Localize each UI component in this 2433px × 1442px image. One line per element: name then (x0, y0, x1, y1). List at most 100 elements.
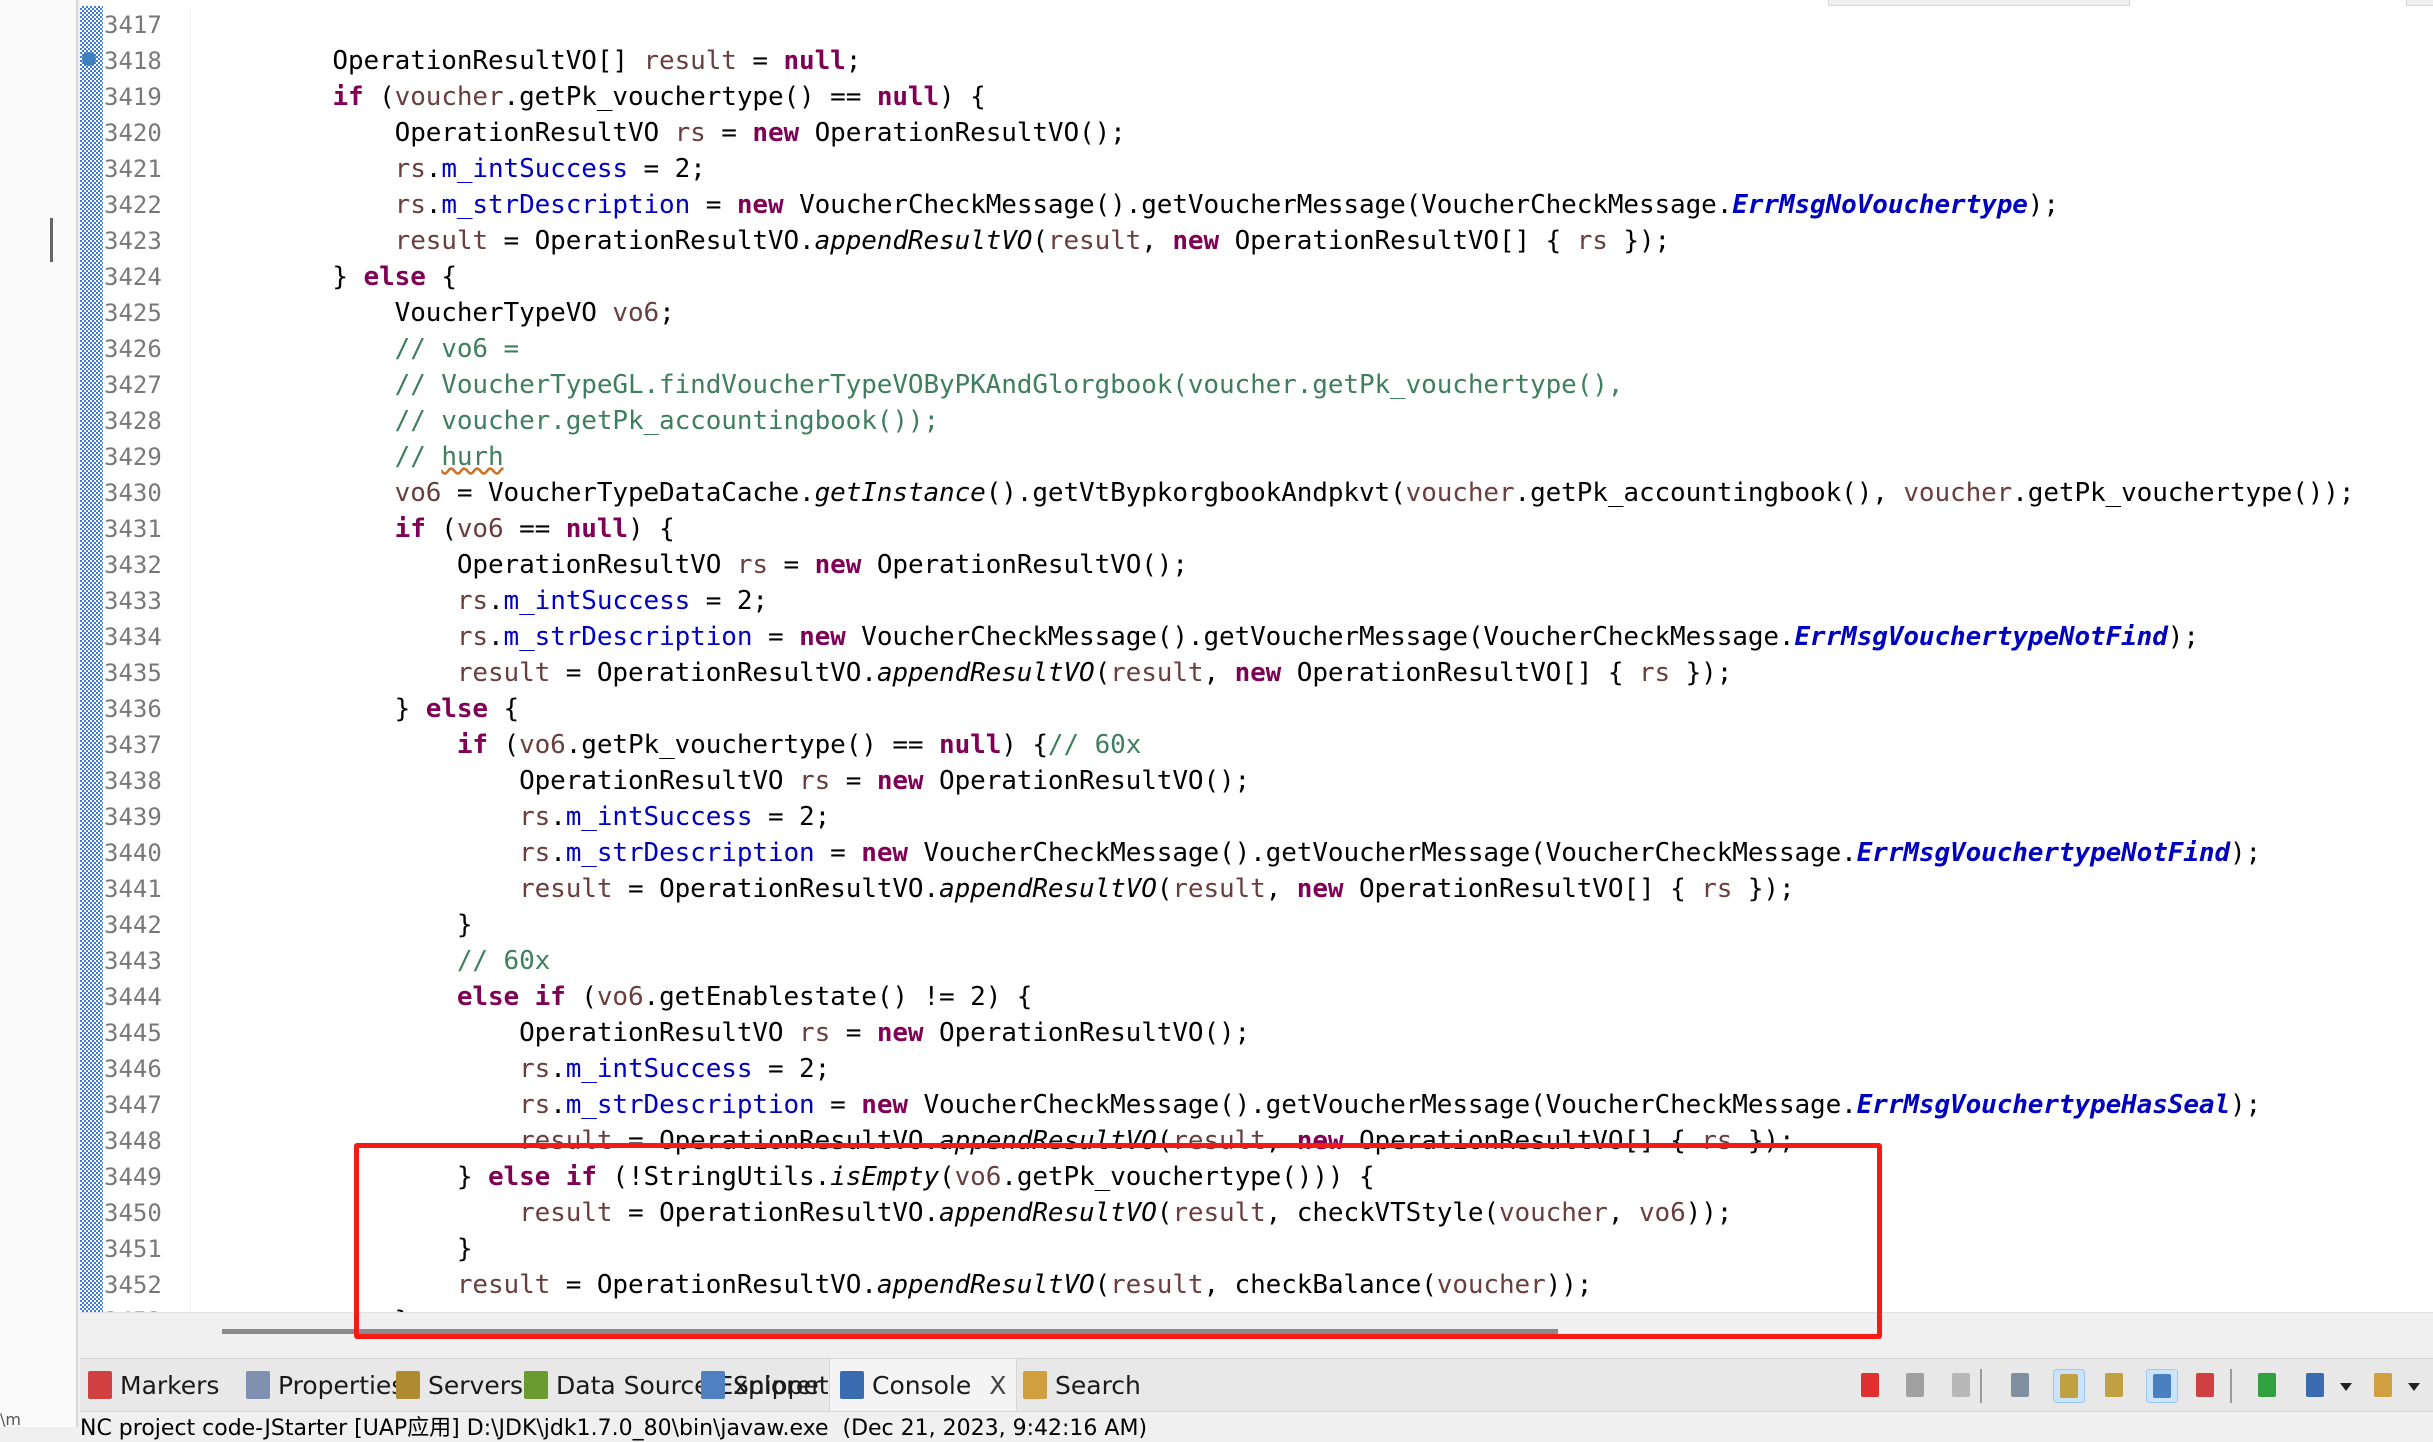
code-text: VoucherTypeVO vo6; (208, 295, 675, 331)
show-on-stdout-button[interactable] (2146, 1369, 2178, 1403)
code-token: }); (1607, 226, 1671, 256)
code-token: OperationResultVO(); (923, 766, 1251, 796)
code-token: = OperationResultVO. (487, 226, 815, 256)
line-number: 3446 (104, 1055, 162, 1083)
line-number: 3450 (104, 1199, 162, 1227)
code-token: rs (1701, 874, 1733, 904)
code-token: ; (659, 298, 675, 328)
code-token: null (876, 82, 940, 112)
change-ruler (80, 6, 103, 1312)
line-number: 3428 (104, 407, 162, 435)
code-token: else (363, 262, 426, 292)
code-token: ( (565, 982, 597, 1012)
code-token: rs (799, 1018, 831, 1048)
breakpoint-icon[interactable] (82, 52, 96, 66)
code-token: ErrMsgNoVouchertype (1732, 190, 2028, 220)
code-token: rs (736, 550, 768, 580)
code-token: = OperationResultVO. (612, 874, 940, 904)
code-token: new (1172, 226, 1220, 256)
code-token: // VoucherTypeGL.findVoucherTypeVOByPKAn… (394, 370, 1624, 400)
line-number: 3448 (104, 1127, 162, 1155)
servers-icon (396, 1371, 420, 1399)
remove-all-terminated-button[interactable] (1946, 1369, 1976, 1401)
show-on-stderr-button[interactable] (2190, 1369, 2220, 1401)
code-token: if (332, 82, 364, 112)
code-token: appendResultVO (814, 226, 1033, 256)
open-console-button[interactable] (2368, 1369, 2398, 1401)
code-token: }); (1732, 874, 1795, 904)
code-token: m_strDescription (565, 1090, 815, 1120)
line-number: 3426 (104, 335, 162, 363)
pin-console-button[interactable] (2252, 1369, 2282, 1401)
code-token: vo6 (519, 730, 566, 760)
tab-search[interactable]: Search (1023, 1359, 1141, 1411)
line-number: 3453 (104, 1303, 164, 1312)
code-token: new (861, 1090, 908, 1120)
code-token: // voucher.getPk_accountingbook()); (394, 406, 940, 436)
code-token: null (783, 46, 846, 76)
code-token: appendResultVO (876, 658, 1095, 688)
code-token: ( (363, 82, 395, 112)
code-token: = 2; (627, 154, 706, 184)
toolbar-separator (2230, 1369, 2232, 1403)
close-icon[interactable]: X (989, 1371, 1006, 1400)
code-token: . (425, 154, 442, 184)
line-number: 3444 (104, 983, 162, 1011)
console-icon (840, 1371, 864, 1399)
code-token: new (876, 766, 924, 796)
code-token: ; (845, 46, 862, 76)
tab-console[interactable]: Console X (829, 1359, 1018, 1411)
code-editor[interactable]: 3417 3418 OperationResultVO[] result = nu… (80, 6, 2433, 1312)
display-selected-console-button[interactable] (2300, 1369, 2330, 1401)
line-number: 3435 (104, 659, 162, 687)
code-token: OperationResultVO (208, 766, 800, 796)
code-text: // voucher.getPk_accountingbook()); (208, 403, 939, 439)
code-token: .getPk_vouchertype()); (2012, 478, 2355, 508)
tab-markers[interactable]: Markers (88, 1359, 219, 1411)
console-launch-description: NC project code-JStarter [UAP应用] D:\JDK\… (80, 1416, 1148, 1441)
code-text: rs.m_intSuccess = 2; (208, 151, 706, 187)
code-token: = (767, 550, 815, 580)
word-wrap-button[interactable] (2099, 1369, 2129, 1401)
line-number: 3422 (104, 191, 162, 219)
code-token: ( (1094, 658, 1111, 688)
line-number: 3427 (104, 371, 162, 399)
code-text: OperationResultVO rs = new OperationResu… (208, 763, 1250, 799)
code-token: result (643, 46, 737, 76)
terminate-button[interactable] (1855, 1369, 1885, 1401)
code-token: m_intSuccess (565, 802, 753, 832)
tab-properties[interactable]: Properties (246, 1359, 404, 1411)
code-token: OperationResultVO[] (208, 46, 644, 76)
chevron-down-icon[interactable] (2408, 1383, 2420, 1391)
clear-console-button[interactable] (2005, 1369, 2035, 1401)
code-token: rs (519, 802, 551, 832)
left-panel-sash[interactable] (50, 218, 53, 262)
tab-label: Servers (428, 1370, 524, 1400)
tab-servers[interactable]: Servers (396, 1359, 523, 1411)
line-number: 3436 (104, 695, 162, 723)
code-token: vo6 (612, 298, 660, 328)
code-token: , (1141, 226, 1173, 256)
line-number: 3431 (104, 515, 162, 543)
scroll-lock-button[interactable] (2053, 1369, 2085, 1403)
tab-snippets[interactable]: Snippets (701, 1359, 842, 1411)
code-text: rs.m_strDescription = new VoucherCheckMe… (208, 187, 2059, 223)
line-number: 3449 (104, 1163, 162, 1191)
code-token: .getPk_vouchertype() == (565, 730, 940, 760)
code-token: ( (1032, 226, 1048, 256)
remove-all-terminated-icon (1952, 1373, 1970, 1397)
line-number: 3437 (104, 731, 162, 759)
chevron-down-icon[interactable] (2340, 1383, 2352, 1391)
code-token: vo6 (394, 478, 442, 508)
remove-launch-button[interactable] (1900, 1369, 1930, 1401)
code-token: result (1047, 226, 1142, 256)
line-number: 3432 (104, 551, 162, 579)
line-number: 3439 (104, 803, 162, 831)
